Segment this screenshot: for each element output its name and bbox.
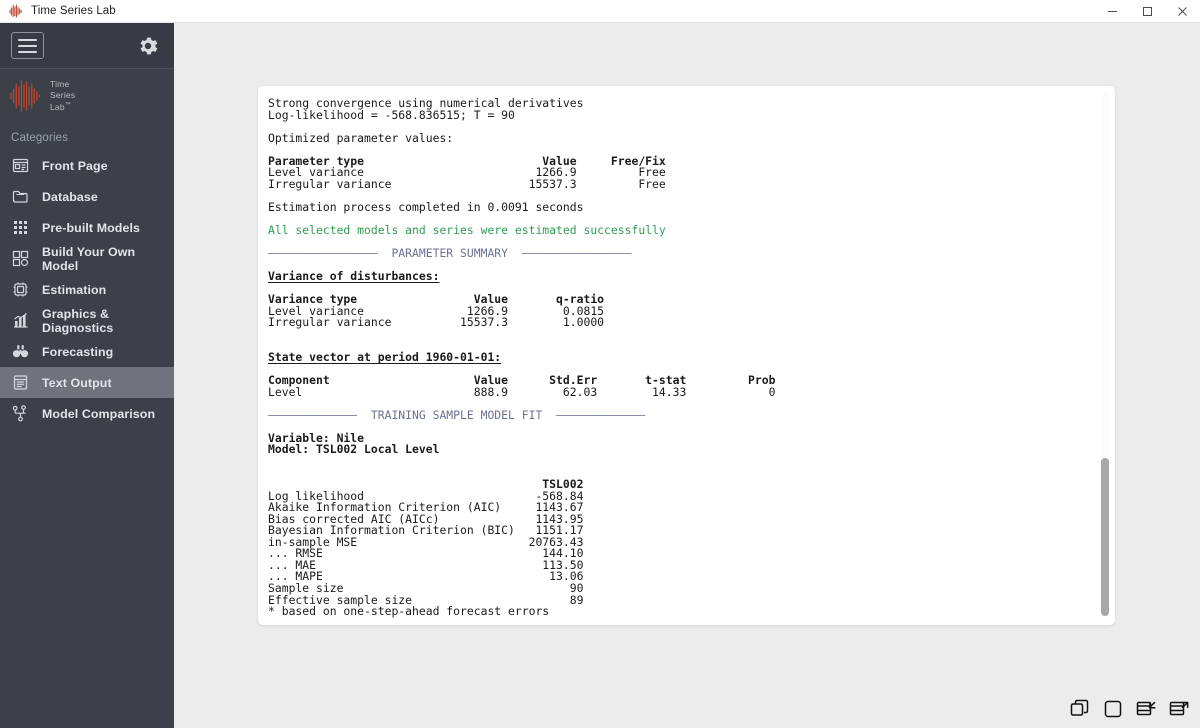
text-output-card: Strong convergence using numerical deriv… bbox=[258, 86, 1115, 625]
text-output-scroll-region[interactable]: Strong convergence using numerical deriv… bbox=[258, 86, 1115, 625]
sidebar: Time Series Lab™ Categories Front Page D… bbox=[0, 23, 174, 728]
text-output-line: * based on one-step-ahead forecast error… bbox=[268, 604, 550, 619]
sidebar-header bbox=[0, 23, 174, 69]
app-root: Time Series Lab Time Series Lab™ Categor… bbox=[0, 0, 1200, 728]
text-output-line bbox=[268, 329, 1089, 341]
sidebar-item-label: Estimation bbox=[42, 282, 107, 297]
bar-chart-icon bbox=[11, 312, 29, 330]
text-output-line bbox=[268, 456, 1089, 468]
window-layout-toolbar bbox=[1067, 696, 1192, 722]
sidebar-item-pre-built-models[interactable]: Pre-built Models bbox=[0, 212, 174, 243]
text-output-line: Log-likelihood = -568.836515; T = 90 bbox=[268, 107, 515, 122]
database-icon bbox=[11, 188, 29, 206]
text-output-line: ————————————— TRAINING SAMPLE MODEL FIT … bbox=[268, 407, 646, 422]
text-output-line: All selected models and series were esti… bbox=[268, 223, 666, 238]
sidebar-item-label: Forecasting bbox=[42, 344, 114, 359]
sidebar-item-label: Database bbox=[42, 189, 98, 204]
sidebar-item-label: Text Output bbox=[42, 375, 112, 390]
text-output-line: Optimized parameter values: bbox=[268, 130, 454, 145]
hamburger-icon[interactable] bbox=[11, 32, 44, 59]
window-titlebar: Time Series Lab bbox=[0, 0, 1200, 23]
text-output-line: Model: TSL002 Local Level bbox=[268, 442, 440, 457]
sidebar-item-graphics-diagnostics[interactable]: Graphics & Diagnostics bbox=[0, 305, 174, 336]
maximize-icon[interactable] bbox=[1130, 0, 1165, 23]
node-tree-icon bbox=[11, 405, 29, 423]
wave-logo-icon bbox=[8, 78, 42, 114]
sidebar-item-text-output[interactable]: Text Output bbox=[0, 367, 174, 398]
text-output-line: ———————————————— PARAMETER SUMMARY —————… bbox=[268, 246, 632, 261]
cascade-windows-icon[interactable] bbox=[1067, 696, 1093, 722]
trademark-symbol: ™ bbox=[64, 102, 71, 109]
text-output-line: State vector at period 1960-01-01: bbox=[268, 350, 502, 365]
sidebar-categories-label: Categories bbox=[11, 132, 69, 144]
grid-dots-icon bbox=[11, 219, 29, 237]
binoculars-icon bbox=[11, 343, 29, 361]
sidebar-item-label: Graphics & Diagnostics bbox=[42, 306, 114, 335]
window-title: Time Series Lab bbox=[31, 5, 116, 17]
sidebar-item-label: Build Your Own Model bbox=[42, 244, 136, 273]
sidebar-item-forecasting[interactable]: Forecasting bbox=[0, 336, 174, 367]
sidebar-item-label: Pre-built Models bbox=[42, 220, 140, 235]
text-output-line bbox=[268, 421, 1089, 433]
sidebar-logo: Time Series Lab™ bbox=[0, 69, 174, 123]
close-icon[interactable] bbox=[1165, 0, 1200, 23]
logo-line-3: Lab bbox=[50, 102, 65, 113]
sidebar-item-front-page[interactable]: Front Page bbox=[0, 150, 174, 181]
window-controls bbox=[1095, 0, 1200, 23]
app-logo-icon bbox=[8, 4, 24, 18]
sidebar-item-database[interactable]: Database bbox=[0, 181, 174, 212]
logo-wordmark: Time Series Lab™ bbox=[50, 79, 75, 112]
sidebar-item-label: Model Comparison bbox=[42, 406, 156, 421]
blocks-icon bbox=[11, 250, 29, 268]
gear-icon[interactable] bbox=[136, 34, 160, 58]
sidebar-item-estimation[interactable]: Estimation bbox=[0, 274, 174, 305]
vertical-scrollbar-thumb[interactable] bbox=[1101, 458, 1109, 616]
logo-line-1: Time bbox=[50, 79, 70, 90]
text-output-content: Strong convergence using numerical deriv… bbox=[268, 97, 1089, 619]
pop-out-window-icon[interactable] bbox=[1166, 696, 1192, 722]
text-document-icon bbox=[11, 374, 29, 392]
text-output-line: Irregular variance 15537.3 1.0000 bbox=[268, 315, 605, 330]
front-page-icon bbox=[11, 157, 29, 175]
chip-icon bbox=[11, 281, 29, 299]
text-output-line: Irregular variance 15537.3 Free bbox=[268, 176, 666, 191]
sidebar-item-build-your-own-model[interactable]: Build Your Own Model bbox=[0, 243, 174, 274]
sidebar-item-label: Front Page bbox=[42, 158, 108, 173]
minimize-icon[interactable] bbox=[1095, 0, 1130, 23]
single-window-icon[interactable] bbox=[1100, 696, 1126, 722]
restore-down-icon[interactable] bbox=[1133, 696, 1159, 722]
text-output-line: Estimation process completed in 0.0091 s… bbox=[268, 199, 584, 214]
sidebar-item-model-comparison[interactable]: Model Comparison bbox=[0, 398, 174, 429]
text-output-line: Level 888.9 62.03 14.33 0 bbox=[268, 384, 776, 399]
text-output-line: Variance of disturbances: bbox=[268, 269, 440, 284]
main-content-area: Strong convergence using numerical deriv… bbox=[174, 23, 1200, 728]
logo-line-2: Series bbox=[50, 89, 76, 100]
